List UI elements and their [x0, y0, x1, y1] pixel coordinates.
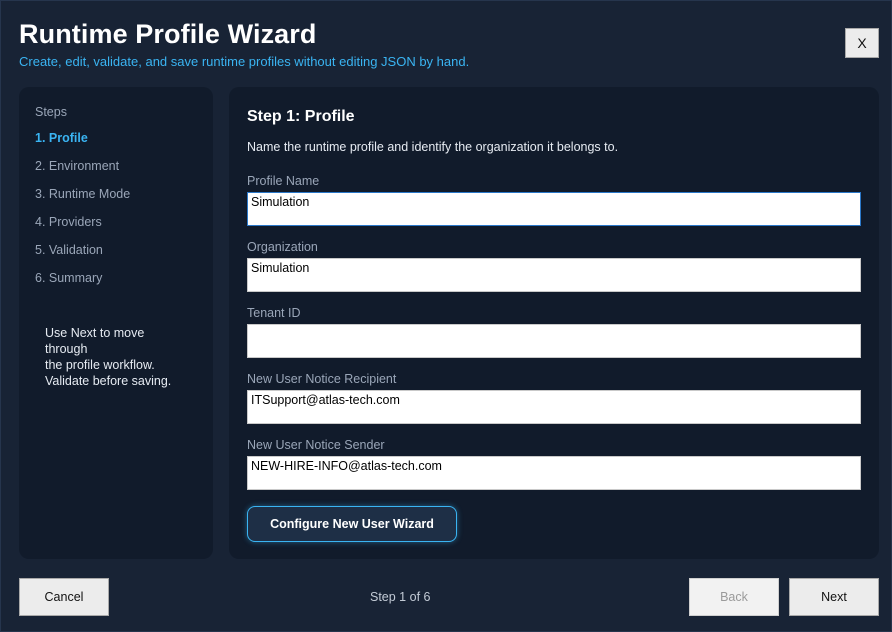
close-button[interactable]: X: [845, 28, 879, 58]
organization-label: Organization: [247, 240, 318, 254]
step-content-panel: Step 1: Profile Name the runtime profile…: [229, 87, 879, 559]
help-line: the profile workflow.: [45, 358, 155, 372]
notice-sender-input[interactable]: NEW-HIRE-INFO@atlas-tech.com: [247, 456, 861, 490]
step-item-profile[interactable]: 1. Profile: [35, 131, 88, 145]
notice-recipient-input[interactable]: ITSupport@atlas-tech.com: [247, 390, 861, 424]
step-item-providers[interactable]: 4. Providers: [35, 215, 102, 229]
profile-name-input[interactable]: Simulation: [247, 192, 861, 226]
step-item-runtime-mode[interactable]: 3. Runtime Mode: [35, 187, 130, 201]
steps-sidebar: Steps 1. Profile 2. Environment 3. Runti…: [19, 87, 213, 559]
cancel-button[interactable]: Cancel: [19, 578, 109, 616]
step-item-environment[interactable]: 2. Environment: [35, 159, 119, 173]
help-text-box: Use Next to move through the profile wor…: [35, 315, 199, 388]
wizard-window: Runtime Profile Wizard Create, edit, val…: [0, 0, 892, 632]
notice-sender-label: New User Notice Sender: [247, 438, 385, 452]
configure-new-user-wizard-button[interactable]: Configure New User Wizard: [247, 506, 457, 542]
step-description: Name the runtime profile and identify th…: [247, 140, 619, 154]
steps-heading: Steps: [35, 105, 67, 119]
notice-recipient-label: New User Notice Recipient: [247, 372, 397, 386]
step-item-validation[interactable]: 5. Validation: [35, 243, 103, 257]
next-button[interactable]: Next: [789, 578, 879, 616]
window-title: Runtime Profile Wizard: [19, 19, 317, 49]
back-button[interactable]: Back: [689, 578, 779, 616]
help-line: Use Next to move through: [45, 326, 145, 356]
organization-input[interactable]: Simulation: [247, 258, 861, 292]
profile-name-label: Profile Name: [247, 174, 320, 188]
step-title: Step 1: Profile: [247, 108, 355, 125]
help-line: Validate before saving.: [45, 374, 172, 388]
step-item-summary[interactable]: 6. Summary: [35, 271, 102, 285]
step-indicator: Step 1 of 6: [370, 590, 431, 604]
window-subtitle: Create, edit, validate, and save runtime…: [19, 54, 470, 69]
tenant-id-input[interactable]: [247, 324, 861, 358]
tenant-id-label: Tenant ID: [247, 306, 301, 320]
